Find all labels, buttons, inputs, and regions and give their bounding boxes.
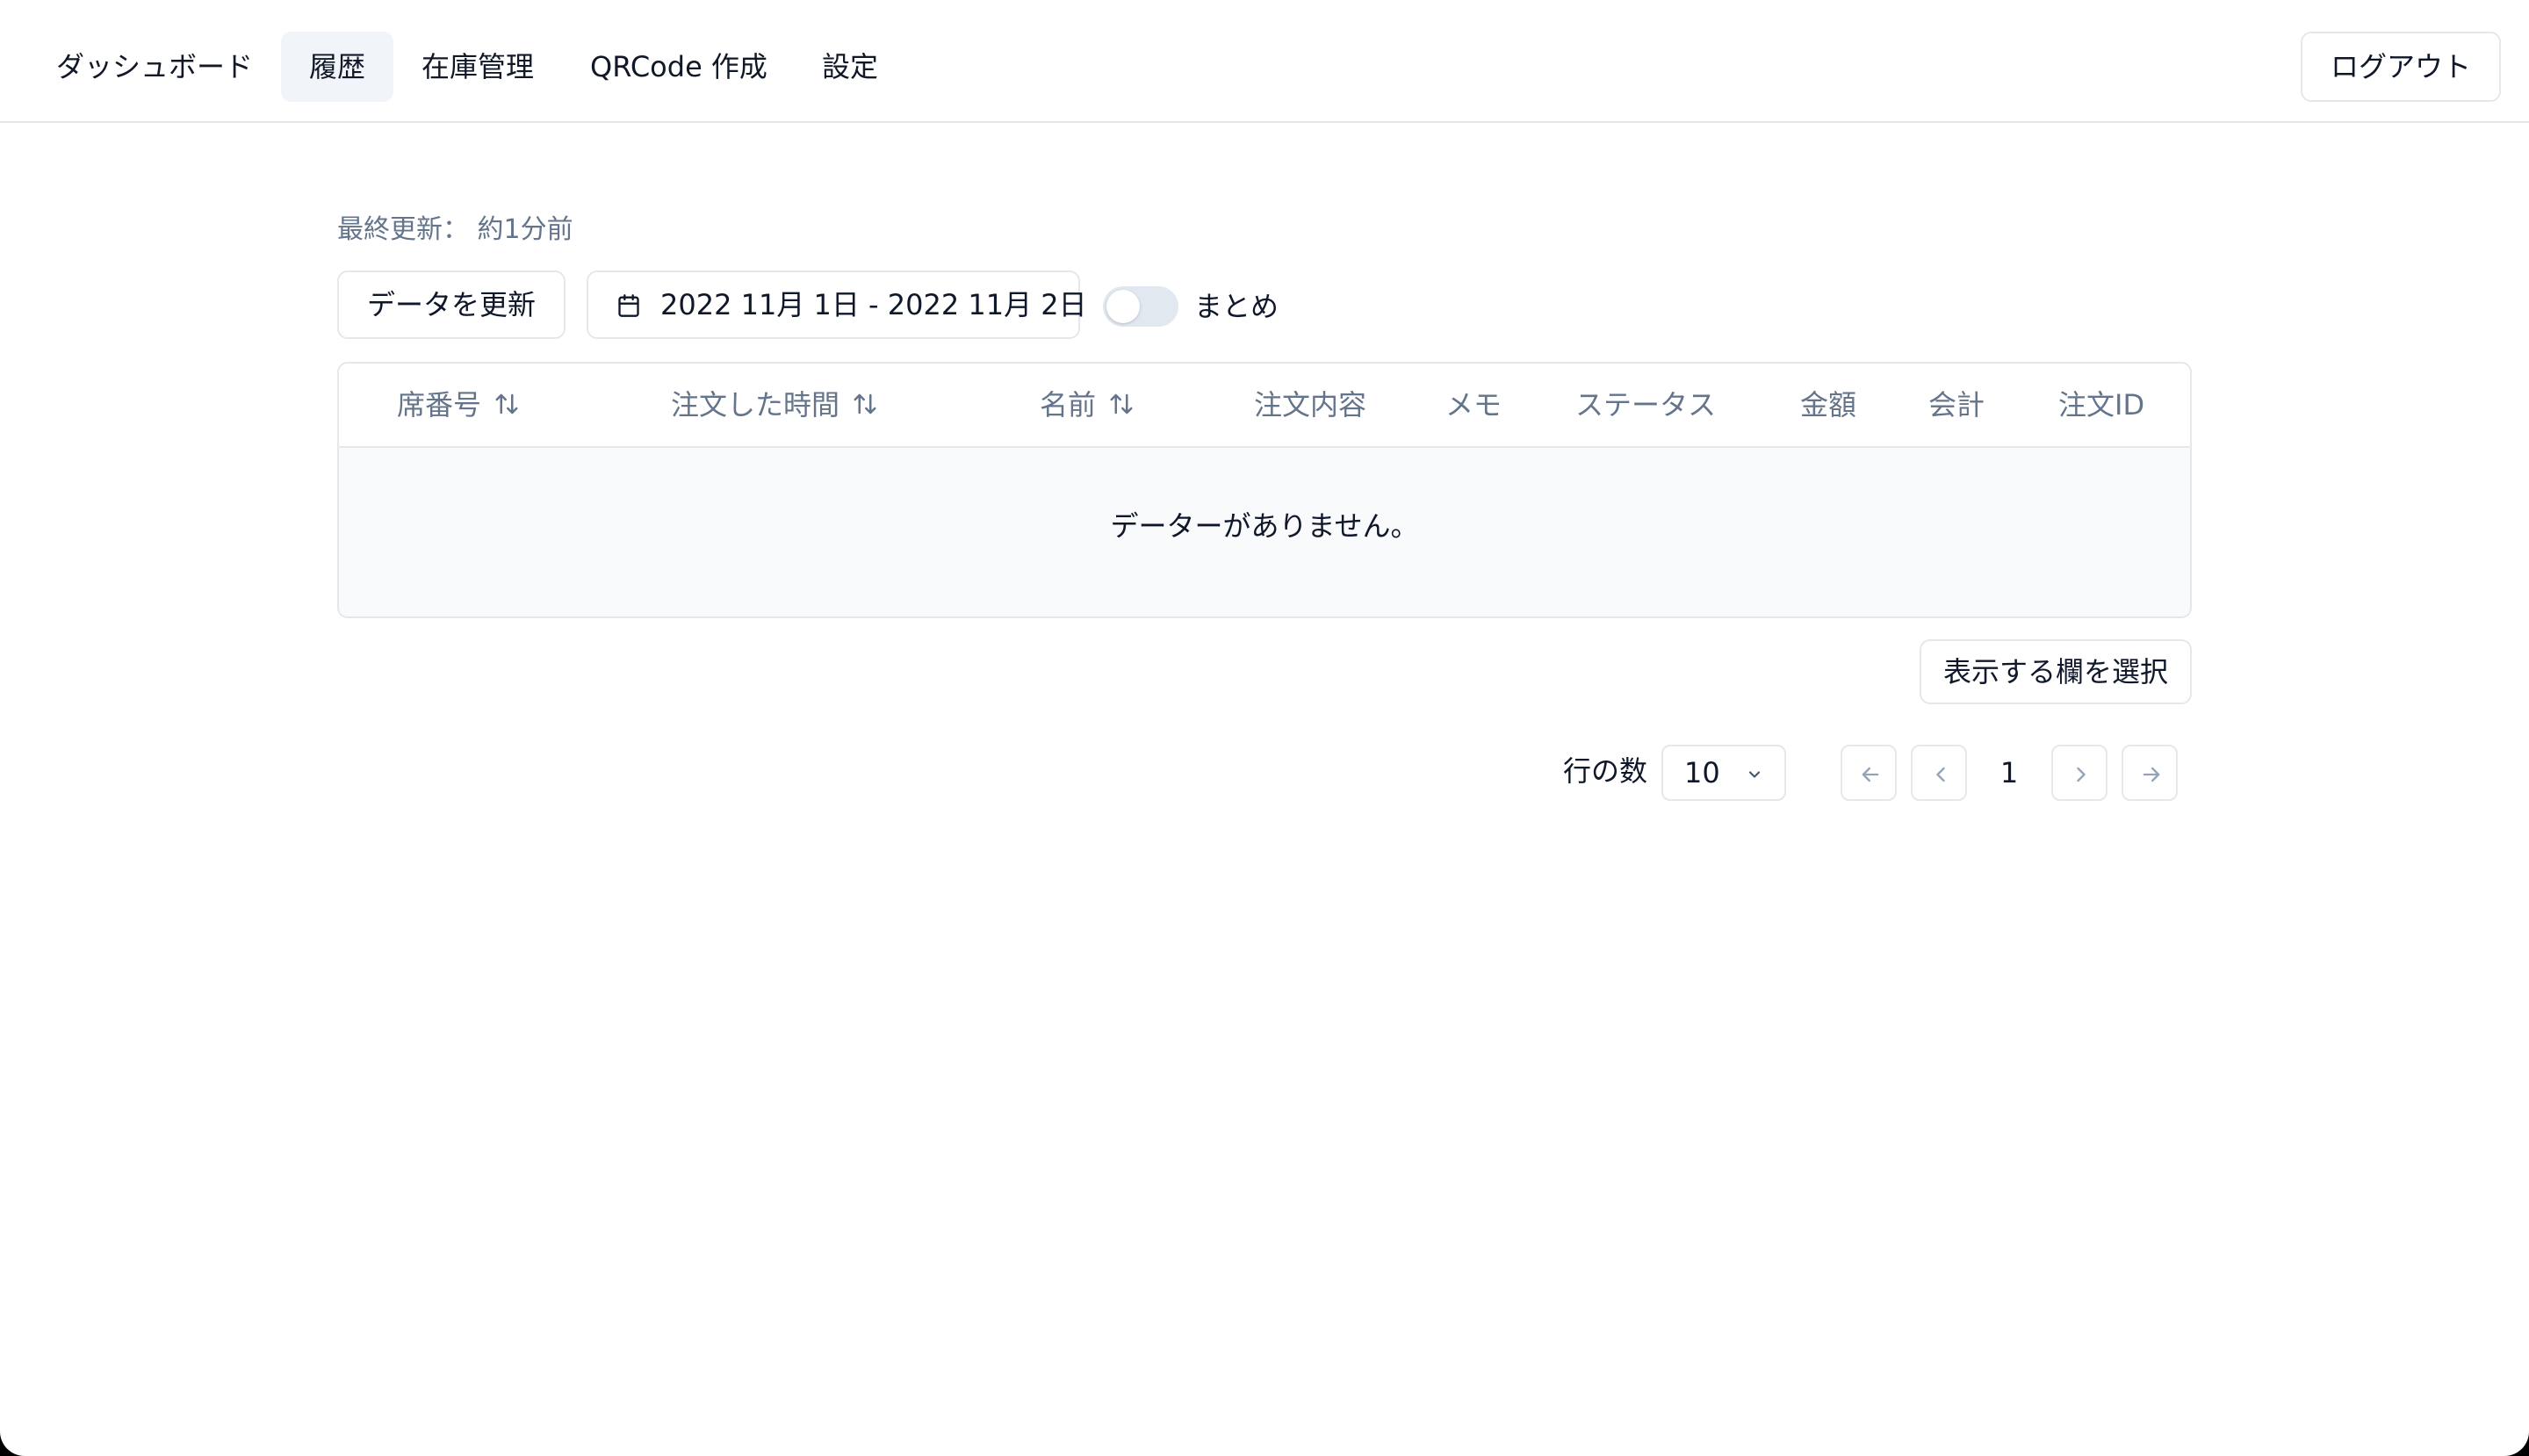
chevron-down-icon [1748, 771, 1761, 778]
column-header-order-time[interactable]: 注文した時間 [671, 364, 878, 446]
nav-item-qrcode[interactable]: QRCode 作成 [562, 32, 796, 102]
current-page-number: 1 [1999, 756, 2019, 789]
arrow-left-icon [1862, 767, 1879, 782]
column-header-order-content: 注文内容 [1254, 388, 1367, 422]
empty-message: データーがありません。 [1110, 509, 1419, 543]
column-header-amount: 金額 [1800, 388, 1857, 422]
calendar-icon [618, 294, 639, 317]
window-bottom-edge [0, 1407, 2529, 1456]
sort-icon [1110, 393, 1133, 414]
top-nav: ダッシュボード 履歴 在庫管理 QRCode 作成 設定 ログアウト [0, 0, 2529, 123]
table-header: 席番号 注文した時間 名前 注文内容 メモ ステータス 金額 会計 注文ID [339, 364, 2190, 448]
column-header-label: 席番号 [397, 388, 482, 422]
column-header-status: ステータス [1575, 388, 1717, 422]
nav-item-dashboard[interactable]: ダッシュボード [28, 32, 281, 102]
first-page-button[interactable] [1841, 745, 1897, 801]
date-range-label: 2022 11月 1日 - 2022 11月 2日 [660, 288, 1087, 321]
refresh-data-button[interactable]: データを更新 [337, 270, 566, 339]
column-header-memo: メモ [1445, 388, 1502, 422]
column-header-label: 名前 [1040, 388, 1097, 422]
sort-icon [495, 393, 518, 414]
select-columns-button[interactable]: 表示する欄を選択 [1920, 639, 2192, 704]
window-bottom-rounding [0, 1407, 2529, 1456]
chevron-right-icon [2077, 767, 2086, 782]
nav-item-history[interactable]: 履歴 [281, 32, 394, 102]
next-page-button[interactable] [2051, 745, 2108, 801]
arrow-right-icon [2143, 767, 2160, 782]
nav-item-settings[interactable]: 設定 [794, 32, 906, 102]
rows-per-page-select[interactable]: 10 [1661, 745, 1786, 801]
logout-button[interactable]: ログアウト [2300, 32, 2501, 102]
date-range-button[interactable]: 2022 11月 1日 - 2022 11月 2日 [587, 270, 1087, 339]
column-header-payment: 会計 [1928, 388, 1985, 422]
toggle-knob [1106, 290, 1140, 323]
last-page-button[interactable] [2122, 745, 2178, 801]
rows-per-page-value: 10 [1684, 756, 1720, 789]
previous-page-button[interactable] [1911, 745, 1967, 801]
summary-toggle[interactable] [1103, 286, 1178, 327]
last-updated-text: 最終更新： 約1分前 [337, 214, 573, 245]
column-header-name[interactable]: 名前 [1040, 364, 1135, 446]
column-header-seat[interactable]: 席番号 [397, 364, 520, 446]
summary-toggle-label: まとめ [1194, 290, 1279, 323]
table-body-empty: データーがありません。 [339, 448, 2190, 616]
sort-icon [854, 393, 876, 414]
rows-per-page-label: 行の数 [1563, 754, 1648, 788]
column-header-label: 注文した時間 [671, 388, 840, 422]
nav-item-inventory[interactable]: 在庫管理 [393, 32, 562, 102]
chevron-left-icon [1936, 767, 1945, 782]
column-header-order-id: 注文ID [2058, 388, 2145, 422]
orders-table: 席番号 注文した時間 名前 注文内容 メモ ステータス 金額 会計 注文ID デ… [337, 362, 2192, 618]
